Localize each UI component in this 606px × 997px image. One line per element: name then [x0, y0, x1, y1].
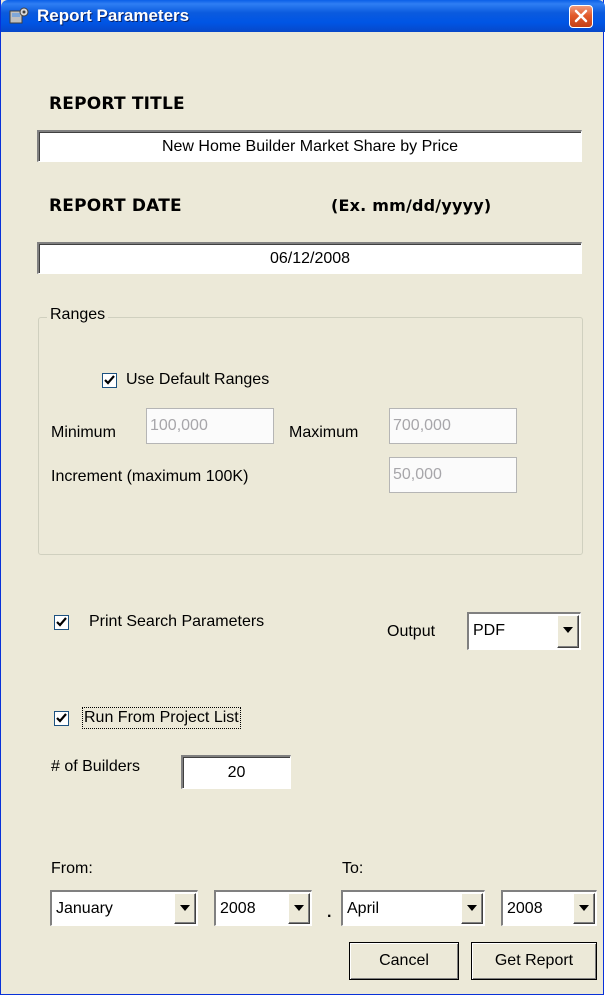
number-of-builders-label: # of Builders [51, 758, 140, 775]
report-parameters-window: Report Parameters REPORT TITLE REPORT DA… [0, 0, 605, 995]
from-year-select[interactable]: 2008 [214, 890, 312, 926]
print-search-parameters-checkbox[interactable] [54, 615, 69, 630]
from-year-value: 2008 [220, 900, 256, 917]
to-label: To: [342, 860, 364, 877]
close-button[interactable] [569, 5, 593, 28]
number-of-builders-input[interactable] [181, 755, 291, 789]
title-bar[interactable]: Report Parameters [1, 0, 605, 32]
to-month-value: April [347, 900, 380, 917]
use-default-ranges-checkbox[interactable] [102, 373, 117, 388]
to-year-select[interactable]: 2008 [501, 890, 597, 926]
from-month-value: January [56, 900, 113, 917]
period-separator: . [327, 904, 332, 921]
get-report-button[interactable]: Get Report [471, 942, 597, 980]
maximum-label: Maximum [289, 424, 359, 441]
cancel-button[interactable]: Cancel [349, 942, 459, 980]
run-from-project-list-checkbox[interactable] [54, 711, 69, 726]
maximum-input[interactable]: 700,000 [389, 408, 517, 444]
output-label: Output [387, 623, 436, 640]
from-label: From: [51, 860, 93, 877]
to-year-value: 2008 [507, 900, 543, 917]
report-title-label: REPORT TITLE [49, 94, 185, 114]
report-date-hint: (Ex. mm/dd/yyyy) [331, 196, 492, 215]
report-date-label: REPORT DATE [49, 196, 182, 216]
increment-input[interactable]: 50,000 [389, 457, 517, 493]
to-year-dropdown-button[interactable] [573, 893, 595, 924]
ranges-legend: Ranges [47, 306, 109, 324]
output-dropdown-button[interactable] [557, 615, 579, 648]
report-title-input[interactable] [37, 130, 582, 162]
use-default-ranges-label[interactable]: Use Default Ranges [126, 371, 269, 389]
print-search-parameters-label[interactable]: Print Search Parameters [89, 613, 264, 631]
from-year-dropdown-button[interactable] [288, 893, 310, 924]
output-select[interactable]: PDF [467, 612, 581, 650]
increment-label: Increment (maximum 100K) [51, 468, 249, 485]
to-month-dropdown-button[interactable] [461, 893, 483, 924]
minimum-label: Minimum [51, 424, 116, 441]
from-month-select[interactable]: January [50, 890, 198, 926]
app-icon [9, 7, 29, 25]
minimum-input[interactable]: 100,000 [146, 408, 274, 444]
run-from-project-list-label[interactable]: Run From Project List [82, 707, 241, 729]
report-date-input[interactable] [37, 242, 582, 274]
output-value: PDF [473, 622, 505, 639]
from-month-dropdown-button[interactable] [174, 893, 196, 924]
to-month-select[interactable]: April [341, 890, 485, 926]
window-title: Report Parameters [37, 6, 190, 25]
